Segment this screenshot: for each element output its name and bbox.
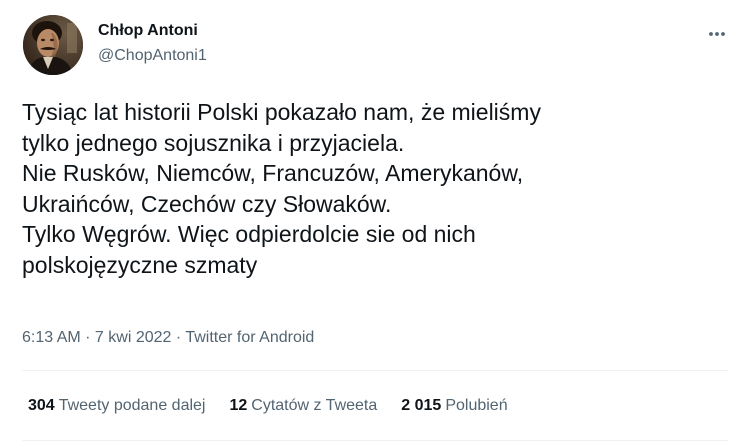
tweet-text-line: Tysiąc lat historii Polski pokazało nam,…	[22, 99, 541, 125]
tweet-date[interactable]: 7 kwi 2022	[95, 329, 172, 346]
tweet: Chłop Antoni @ChopAntoni1 Tysiąc lat his…	[0, 0, 746, 441]
divider	[22, 370, 728, 371]
tweet-time[interactable]: 6:13 AM	[22, 329, 81, 346]
retweets-stat[interactable]: 304 Tweety podane dalej	[28, 397, 205, 415]
tweet-metadata: 6:13 AM · 7 kwi 2022 · Twitter for Andro…	[22, 329, 314, 347]
retweets-label: Tweety podane dalej	[58, 397, 206, 414]
quotes-stat[interactable]: 12 Cytatów z Tweeta	[229, 397, 377, 415]
author-handle[interactable]: @ChopAntoni1	[98, 47, 207, 65]
meta-separator: ·	[80, 329, 95, 346]
tweet-source[interactable]: Twitter for Android	[185, 329, 314, 346]
likes-count: 2 015	[401, 397, 442, 414]
likes-label: Polubień	[445, 397, 508, 414]
more-options-button[interactable]	[700, 20, 734, 48]
author-display-name[interactable]: Chłop Antoni	[98, 22, 198, 40]
quotes-label: Cytatów z Tweeta	[251, 397, 378, 414]
retweets-count: 304	[28, 397, 55, 414]
more-horizontal-icon	[709, 32, 725, 36]
tweet-text-line: Tylko Węgrów. Więc odpierdolcie sie od n…	[22, 221, 476, 248]
tweet-text-line: tylko jednego sojusznika i przyjaciela.	[22, 129, 405, 156]
avatar[interactable]	[23, 15, 83, 75]
tweet-text-line: polskojęzyczne szmaty	[22, 251, 258, 278]
tweet-text: Tysiąc lat historii Polski pokazało nam,…	[22, 97, 722, 281]
likes-stat[interactable]: 2 015 Polubień	[401, 397, 507, 415]
avatar-image	[23, 15, 83, 75]
meta-separator: ·	[171, 329, 186, 346]
tweet-stats: 304 Tweety podane dalej 12 Cytatów z Tweet…	[28, 397, 532, 415]
tweet-text-line: Nie Rusków, Niemców, Francuzów, Amerykan…	[22, 160, 524, 187]
tweet-text-line: Ukraińców, Czechów czy Słowaków.	[22, 190, 392, 217]
quotes-count: 12	[229, 397, 248, 414]
